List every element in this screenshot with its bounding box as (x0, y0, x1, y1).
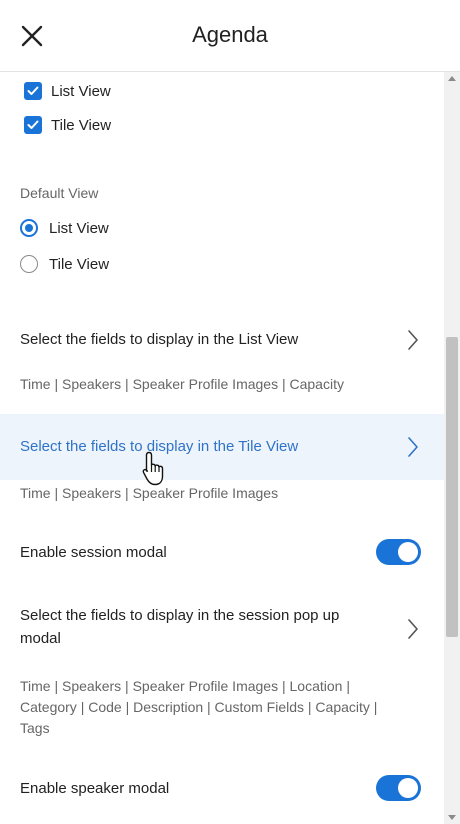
checkbox-checked-icon (24, 116, 42, 134)
radio-label: Tile View (49, 255, 110, 273)
session-modal-row: Enable session modal (0, 539, 444, 569)
speaker-modal-toggle[interactable] (376, 775, 421, 801)
default-view-label: Default View (20, 185, 99, 201)
radio-selected-icon (20, 219, 38, 237)
tile-view-fields-link[interactable]: Select the fields to display in the Tile… (0, 414, 444, 480)
panel-header: Agenda (0, 0, 460, 72)
list-view-checkbox[interactable]: List View (24, 82, 111, 100)
checkbox-checked-icon (24, 82, 42, 100)
session-modal-fields-summary: Time | Speakers | Speaker Profile Images… (20, 678, 378, 736)
checkbox-label: List View (51, 82, 111, 100)
page-title: Agenda (192, 22, 268, 47)
settings-content: List View Tile View Default View List Vi… (0, 72, 444, 824)
list-view-fields-summary: Time | Speakers | Speaker Profile Images… (20, 376, 344, 392)
session-modal-fields-link[interactable]: Select the fields to display in the sess… (0, 600, 444, 650)
tile-view-fields-summary: Time | Speakers | Speaker Profile Images (20, 485, 279, 501)
checkbox-label: Tile View (51, 116, 112, 134)
session-modal-toggle[interactable] (376, 539, 421, 565)
tile-view-checkbox[interactable]: Tile View (24, 116, 111, 134)
session-modal-label: Enable session modal (20, 544, 167, 561)
scroll-down-arrow-icon[interactable] (448, 815, 456, 820)
scrollbar-thumb[interactable] (446, 337, 458, 637)
list-view-fields-link[interactable]: Select the fields to display in the List… (0, 322, 444, 358)
chevron-right-icon (408, 437, 418, 457)
chevron-right-icon (408, 619, 418, 639)
session-modal-fields-title: Select the fields to display in the sess… (20, 607, 340, 647)
radio-label: List View (49, 219, 109, 237)
default-tile-view-radio[interactable]: Tile View (20, 255, 109, 273)
speaker-modal-label: Enable speaker modal (20, 780, 170, 797)
default-list-view-radio[interactable]: List View (20, 219, 109, 237)
tile-view-fields-title: Select the fields to display in the Tile… (20, 438, 299, 455)
speaker-modal-row: Enable speaker modal (0, 775, 444, 805)
scroll-up-arrow-icon[interactable] (448, 76, 456, 81)
radio-unselected-icon (20, 255, 38, 273)
chevron-right-icon (408, 330, 418, 350)
list-view-fields-title: Select the fields to display in the List… (20, 331, 299, 348)
vertical-scrollbar[interactable] (444, 72, 460, 824)
